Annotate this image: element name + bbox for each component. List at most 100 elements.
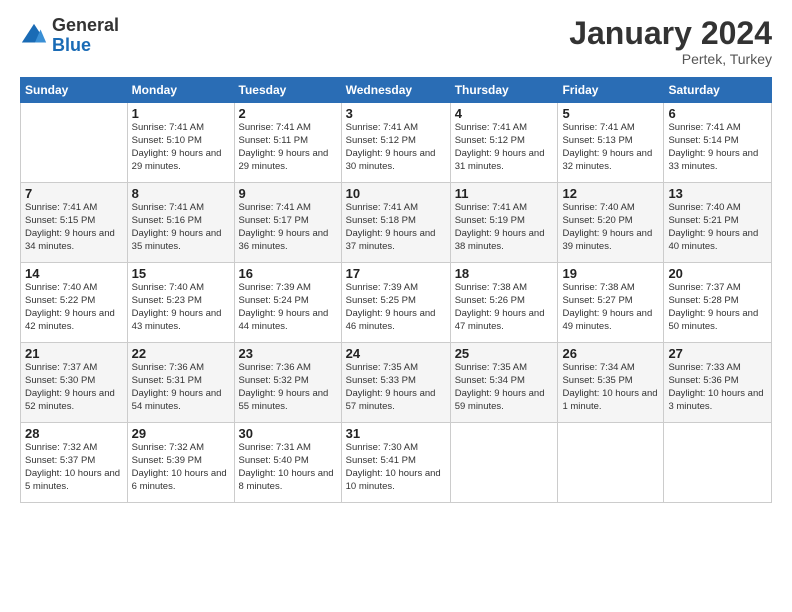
day-number: 29 — [132, 426, 230, 441]
calendar-cell: 6Sunrise: 7:41 AMSunset: 5:14 PMDaylight… — [664, 103, 772, 183]
calendar-cell: 7Sunrise: 7:41 AMSunset: 5:15 PMDaylight… — [21, 183, 128, 263]
calendar-cell — [21, 103, 128, 183]
day-number: 7 — [25, 186, 123, 201]
day-number: 1 — [132, 106, 230, 121]
day-number: 10 — [346, 186, 446, 201]
week-row-4: 21Sunrise: 7:37 AMSunset: 5:30 PMDayligh… — [21, 343, 772, 423]
day-detail: Sunrise: 7:39 AMSunset: 5:25 PMDaylight:… — [346, 282, 436, 331]
calendar-cell: 3Sunrise: 7:41 AMSunset: 5:12 PMDaylight… — [341, 103, 450, 183]
calendar-cell: 22Sunrise: 7:36 AMSunset: 5:31 PMDayligh… — [127, 343, 234, 423]
calendar-cell: 14Sunrise: 7:40 AMSunset: 5:22 PMDayligh… — [21, 263, 128, 343]
calendar-cell: 12Sunrise: 7:40 AMSunset: 5:20 PMDayligh… — [558, 183, 664, 263]
day-detail: Sunrise: 7:34 AMSunset: 5:35 PMDaylight:… — [562, 362, 657, 411]
day-detail: Sunrise: 7:39 AMSunset: 5:24 PMDaylight:… — [239, 282, 329, 331]
day-detail: Sunrise: 7:41 AMSunset: 5:12 PMDaylight:… — [346, 122, 436, 171]
day-number: 9 — [239, 186, 337, 201]
day-number: 26 — [562, 346, 659, 361]
calendar-cell: 10Sunrise: 7:41 AMSunset: 5:18 PMDayligh… — [341, 183, 450, 263]
day-detail: Sunrise: 7:36 AMSunset: 5:31 PMDaylight:… — [132, 362, 222, 411]
day-detail: Sunrise: 7:35 AMSunset: 5:33 PMDaylight:… — [346, 362, 436, 411]
day-number: 13 — [668, 186, 767, 201]
col-monday: Monday — [127, 78, 234, 103]
day-detail: Sunrise: 7:32 AMSunset: 5:37 PMDaylight:… — [25, 442, 120, 491]
day-detail: Sunrise: 7:40 AMSunset: 5:20 PMDaylight:… — [562, 202, 652, 251]
day-number: 14 — [25, 266, 123, 281]
day-detail: Sunrise: 7:41 AMSunset: 5:15 PMDaylight:… — [25, 202, 115, 251]
col-tuesday: Tuesday — [234, 78, 341, 103]
page: General Blue January 2024 Pertek, Turkey… — [0, 0, 792, 612]
day-detail: Sunrise: 7:40 AMSunset: 5:21 PMDaylight:… — [668, 202, 758, 251]
calendar-cell: 8Sunrise: 7:41 AMSunset: 5:16 PMDaylight… — [127, 183, 234, 263]
day-number: 28 — [25, 426, 123, 441]
day-detail: Sunrise: 7:31 AMSunset: 5:40 PMDaylight:… — [239, 442, 334, 491]
calendar-cell: 23Sunrise: 7:36 AMSunset: 5:32 PMDayligh… — [234, 343, 341, 423]
day-number: 5 — [562, 106, 659, 121]
header-row: Sunday Monday Tuesday Wednesday Thursday… — [21, 78, 772, 103]
day-number: 25 — [455, 346, 554, 361]
logo-icon — [20, 22, 48, 50]
calendar-cell: 16Sunrise: 7:39 AMSunset: 5:24 PMDayligh… — [234, 263, 341, 343]
calendar-cell: 30Sunrise: 7:31 AMSunset: 5:40 PMDayligh… — [234, 423, 341, 503]
day-number: 27 — [668, 346, 767, 361]
day-detail: Sunrise: 7:38 AMSunset: 5:26 PMDaylight:… — [455, 282, 545, 331]
calendar-cell — [558, 423, 664, 503]
day-detail: Sunrise: 7:36 AMSunset: 5:32 PMDaylight:… — [239, 362, 329, 411]
day-detail: Sunrise: 7:41 AMSunset: 5:14 PMDaylight:… — [668, 122, 758, 171]
day-detail: Sunrise: 7:32 AMSunset: 5:39 PMDaylight:… — [132, 442, 227, 491]
calendar-cell: 28Sunrise: 7:32 AMSunset: 5:37 PMDayligh… — [21, 423, 128, 503]
calendar-cell: 2Sunrise: 7:41 AMSunset: 5:11 PMDaylight… — [234, 103, 341, 183]
day-number: 19 — [562, 266, 659, 281]
calendar-cell: 27Sunrise: 7:33 AMSunset: 5:36 PMDayligh… — [664, 343, 772, 423]
day-number: 11 — [455, 186, 554, 201]
logo-blue: Blue — [52, 36, 119, 56]
day-detail: Sunrise: 7:41 AMSunset: 5:13 PMDaylight:… — [562, 122, 652, 171]
day-number: 20 — [668, 266, 767, 281]
day-number: 17 — [346, 266, 446, 281]
day-number: 31 — [346, 426, 446, 441]
logo-general: General — [52, 16, 119, 36]
day-number: 24 — [346, 346, 446, 361]
calendar-cell: 21Sunrise: 7:37 AMSunset: 5:30 PMDayligh… — [21, 343, 128, 423]
header: General Blue January 2024 Pertek, Turkey — [20, 16, 772, 67]
calendar-cell: 19Sunrise: 7:38 AMSunset: 5:27 PMDayligh… — [558, 263, 664, 343]
day-number: 23 — [239, 346, 337, 361]
col-wednesday: Wednesday — [341, 78, 450, 103]
day-number: 12 — [562, 186, 659, 201]
calendar-cell: 18Sunrise: 7:38 AMSunset: 5:26 PMDayligh… — [450, 263, 558, 343]
day-number: 18 — [455, 266, 554, 281]
day-detail: Sunrise: 7:41 AMSunset: 5:12 PMDaylight:… — [455, 122, 545, 171]
day-detail: Sunrise: 7:33 AMSunset: 5:36 PMDaylight:… — [668, 362, 763, 411]
week-row-3: 14Sunrise: 7:40 AMSunset: 5:22 PMDayligh… — [21, 263, 772, 343]
calendar-cell: 29Sunrise: 7:32 AMSunset: 5:39 PMDayligh… — [127, 423, 234, 503]
calendar-cell: 5Sunrise: 7:41 AMSunset: 5:13 PMDaylight… — [558, 103, 664, 183]
calendar-cell: 1Sunrise: 7:41 AMSunset: 5:10 PMDaylight… — [127, 103, 234, 183]
day-detail: Sunrise: 7:38 AMSunset: 5:27 PMDaylight:… — [562, 282, 652, 331]
col-saturday: Saturday — [664, 78, 772, 103]
calendar-cell: 25Sunrise: 7:35 AMSunset: 5:34 PMDayligh… — [450, 343, 558, 423]
day-detail: Sunrise: 7:41 AMSunset: 5:17 PMDaylight:… — [239, 202, 329, 251]
calendar-cell — [664, 423, 772, 503]
day-detail: Sunrise: 7:35 AMSunset: 5:34 PMDaylight:… — [455, 362, 545, 411]
day-detail: Sunrise: 7:40 AMSunset: 5:23 PMDaylight:… — [132, 282, 222, 331]
col-sunday: Sunday — [21, 78, 128, 103]
calendar-cell: 15Sunrise: 7:40 AMSunset: 5:23 PMDayligh… — [127, 263, 234, 343]
calendar-cell: 4Sunrise: 7:41 AMSunset: 5:12 PMDaylight… — [450, 103, 558, 183]
calendar-cell: 31Sunrise: 7:30 AMSunset: 5:41 PMDayligh… — [341, 423, 450, 503]
day-number: 2 — [239, 106, 337, 121]
day-number: 21 — [25, 346, 123, 361]
day-detail: Sunrise: 7:41 AMSunset: 5:11 PMDaylight:… — [239, 122, 329, 171]
calendar-cell — [450, 423, 558, 503]
day-number: 22 — [132, 346, 230, 361]
calendar-cell: 17Sunrise: 7:39 AMSunset: 5:25 PMDayligh… — [341, 263, 450, 343]
calendar-cell: 24Sunrise: 7:35 AMSunset: 5:33 PMDayligh… — [341, 343, 450, 423]
day-detail: Sunrise: 7:37 AMSunset: 5:28 PMDaylight:… — [668, 282, 758, 331]
calendar-cell: 20Sunrise: 7:37 AMSunset: 5:28 PMDayligh… — [664, 263, 772, 343]
day-detail: Sunrise: 7:41 AMSunset: 5:16 PMDaylight:… — [132, 202, 222, 251]
logo: General Blue — [20, 16, 119, 56]
day-number: 15 — [132, 266, 230, 281]
location: Pertek, Turkey — [569, 51, 772, 67]
calendar-cell: 13Sunrise: 7:40 AMSunset: 5:21 PMDayligh… — [664, 183, 772, 263]
calendar-cell: 9Sunrise: 7:41 AMSunset: 5:17 PMDaylight… — [234, 183, 341, 263]
week-row-2: 7Sunrise: 7:41 AMSunset: 5:15 PMDaylight… — [21, 183, 772, 263]
calendar-cell: 11Sunrise: 7:41 AMSunset: 5:19 PMDayligh… — [450, 183, 558, 263]
